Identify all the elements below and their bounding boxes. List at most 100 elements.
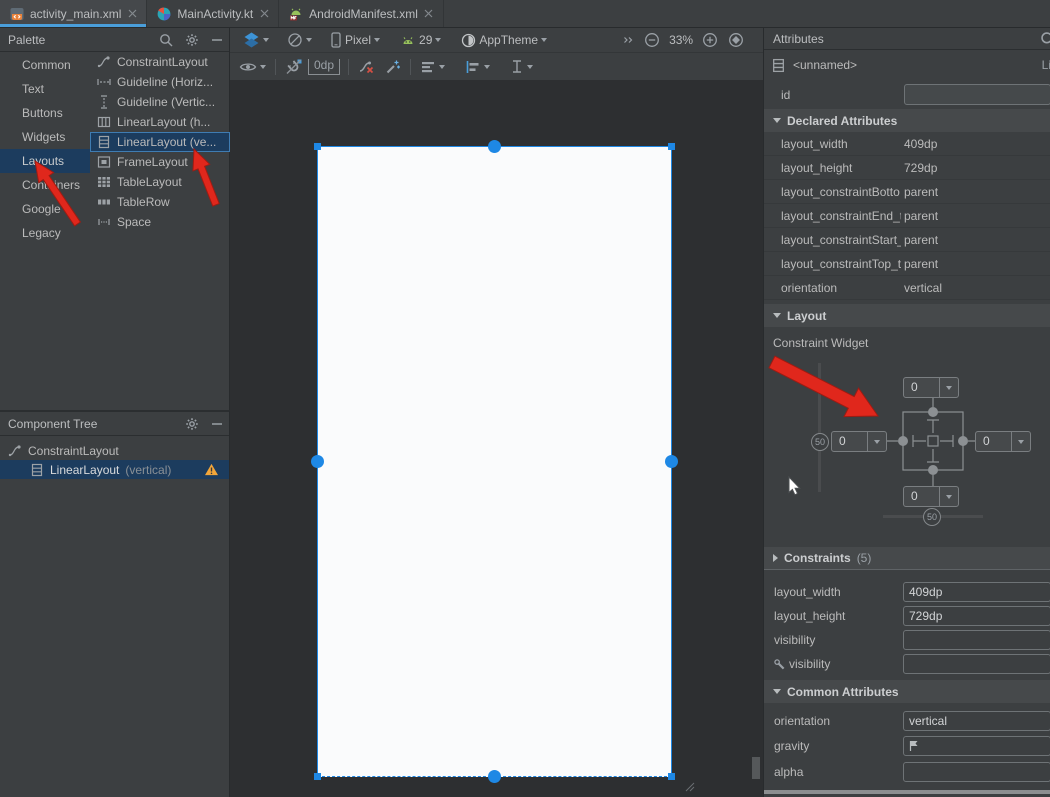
- layout-width-field[interactable]: 409dp: [903, 582, 1050, 602]
- zoom-out-button[interactable]: [639, 29, 665, 51]
- vertical-bias-badge[interactable]: 50: [811, 433, 829, 451]
- constraint-anchor-top[interactable]: [488, 140, 501, 153]
- infer-constraints-button[interactable]: [380, 56, 406, 78]
- settings-gear-icon[interactable]: [185, 417, 199, 431]
- api-version-button[interactable]: 29: [395, 29, 446, 51]
- margin-top-dropdown[interactable]: 0: [903, 377, 959, 398]
- constraints-section-header[interactable]: Constraints (5): [764, 547, 1050, 570]
- layout-height-row: layout_height 729dp: [764, 604, 1050, 628]
- layout-height-field[interactable]: 729dp: [903, 606, 1050, 626]
- palette-item-space[interactable]: Space: [90, 212, 230, 232]
- palette-item-tablerow[interactable]: TableRow: [90, 192, 230, 212]
- manifest-file-icon: [289, 7, 303, 21]
- selection-handle-bottom-right[interactable]: [668, 773, 675, 780]
- palette-category-common[interactable]: Common: [0, 53, 90, 77]
- distribute-button[interactable]: [505, 56, 538, 78]
- tools-visibility-field[interactable]: [903, 654, 1050, 674]
- palette-item-linearlayout-vertical[interactable]: LinearLayout (ve...: [90, 132, 230, 152]
- horizontal-bias-badge[interactable]: 50: [923, 508, 941, 526]
- selection-handle-top-left[interactable]: [314, 143, 321, 150]
- palette-item-linearlayout-horizontal[interactable]: LinearLayout (h...: [90, 112, 230, 132]
- theme-selector-button[interactable]: AppTheme: [456, 29, 552, 51]
- design-canvas[interactable]: [230, 80, 763, 797]
- constraint-anchor-left[interactable]: [311, 455, 324, 468]
- device-selector-button[interactable]: Pixel: [325, 29, 385, 51]
- attribute-row[interactable]: layout_constraintBotto parent: [764, 180, 1050, 204]
- attribute-row[interactable]: layout_constraintStart_ parent: [764, 228, 1050, 252]
- canvas-vertical-scrollbar[interactable]: [752, 757, 760, 779]
- tab-mainactivity-kt[interactable]: MainActivity.kt: [147, 0, 279, 27]
- device-screen-linearlayout[interactable]: [317, 146, 672, 777]
- margin-left-dropdown[interactable]: 0: [831, 431, 887, 452]
- tree-node-linearlayout-vertical[interactable]: LinearLayout(vertical): [0, 460, 229, 479]
- tab-activity-main-xml[interactable]: activity_main.xml: [0, 0, 147, 27]
- palette-category-widgets[interactable]: Widgets: [0, 125, 90, 149]
- align-button[interactable]: [460, 56, 495, 78]
- palette-item-tablelayout[interactable]: TableLayout: [90, 172, 230, 192]
- pack-icon: [420, 60, 436, 74]
- minimize-icon[interactable]: [211, 418, 223, 430]
- margin-bottom-dropdown[interactable]: 0: [903, 486, 959, 507]
- orientation-field[interactable]: vertical: [903, 711, 1050, 731]
- attribute-row[interactable]: layout_height 729dp: [764, 156, 1050, 180]
- zoom-to-fit-button[interactable]: [723, 29, 749, 51]
- search-icon[interactable]: [1040, 31, 1050, 47]
- common-attributes-section-header[interactable]: Common Attributes: [764, 680, 1050, 703]
- palette-header: Palette: [0, 28, 229, 52]
- toolbar-overflow-button[interactable]: [618, 29, 639, 51]
- margin-right-dropdown[interactable]: 0: [975, 431, 1031, 452]
- constraintlayout-icon: [97, 55, 111, 69]
- tab-label: MainActivity.kt: [177, 7, 253, 21]
- layout-section-header[interactable]: Layout: [764, 304, 1050, 327]
- settings-gear-icon[interactable]: [185, 33, 199, 47]
- tree-node-constraintlayout[interactable]: ConstraintLayout: [0, 441, 229, 460]
- warning-icon[interactable]: [204, 463, 219, 476]
- design-surface-button[interactable]: [238, 29, 274, 51]
- visibility-field[interactable]: [903, 630, 1050, 650]
- alpha-field[interactable]: [903, 762, 1050, 782]
- attribute-row[interactable]: layout_constraintEnd_t parent: [764, 204, 1050, 228]
- vertical-bias-slider[interactable]: [818, 363, 821, 492]
- palette-item-framelayout[interactable]: FrameLayout: [90, 152, 230, 172]
- attributes-horizontal-scrollbar[interactable]: [764, 790, 1050, 794]
- clear-constraints-button[interactable]: [353, 56, 380, 78]
- constraint-anchor-right[interactable]: [665, 455, 678, 468]
- zoom-in-button[interactable]: [697, 29, 723, 51]
- search-icon[interactable]: [159, 33, 173, 47]
- selection-handle-top-right[interactable]: [668, 143, 675, 150]
- zoom-out-icon: [644, 32, 660, 48]
- layers-icon: [243, 32, 260, 48]
- attribute-row[interactable]: layout_width 409dp: [764, 132, 1050, 156]
- autoconnect-toggle-button[interactable]: [280, 56, 308, 78]
- minimize-icon[interactable]: [211, 34, 223, 46]
- palette-category-layouts[interactable]: Layouts: [0, 149, 90, 173]
- default-margins-control[interactable]: 0dp: [308, 59, 340, 75]
- declared-attributes-section-header[interactable]: Declared Attributes: [764, 109, 1050, 132]
- orientation-button[interactable]: [282, 29, 317, 51]
- close-tab-icon[interactable]: [259, 9, 269, 19]
- gravity-field[interactable]: [903, 736, 1050, 756]
- palette-category-text[interactable]: Text: [0, 77, 90, 101]
- attribute-row[interactable]: orientation vertical: [764, 276, 1050, 300]
- palette-item-constraintlayout[interactable]: ConstraintLayout: [90, 52, 230, 72]
- zoom-to-fit-icon: [728, 32, 744, 48]
- palette-item-guideline-vertical[interactable]: Guideline (Vertic...: [90, 92, 230, 112]
- tab-androidmanifest-xml[interactable]: AndroidManifest.xml: [279, 0, 444, 27]
- attribute-row[interactable]: layout_constraintTop_t parent: [764, 252, 1050, 276]
- palette-category-buttons[interactable]: Buttons: [0, 101, 90, 125]
- constraint-anchor-bottom[interactable]: [488, 770, 501, 783]
- palette-category-containers[interactable]: Containers: [0, 173, 90, 197]
- canvas-resize-grip[interactable]: [680, 777, 696, 793]
- palette-item-guideline-horizontal[interactable]: Guideline (Horiz...: [90, 72, 230, 92]
- view-options-button[interactable]: [234, 56, 271, 78]
- chevron-down-icon: [484, 65, 490, 69]
- close-tab-icon[interactable]: [127, 9, 137, 19]
- autoconnect-magnet-icon: [285, 58, 303, 75]
- palette-category-legacy[interactable]: Legacy: [0, 221, 90, 245]
- pack-button[interactable]: [415, 56, 450, 78]
- id-input-field[interactable]: [904, 84, 1050, 105]
- selection-handle-bottom-left[interactable]: [314, 773, 321, 780]
- palette-category-google[interactable]: Google: [0, 197, 90, 221]
- close-tab-icon[interactable]: [424, 9, 434, 19]
- palette-title: Palette: [8, 33, 45, 47]
